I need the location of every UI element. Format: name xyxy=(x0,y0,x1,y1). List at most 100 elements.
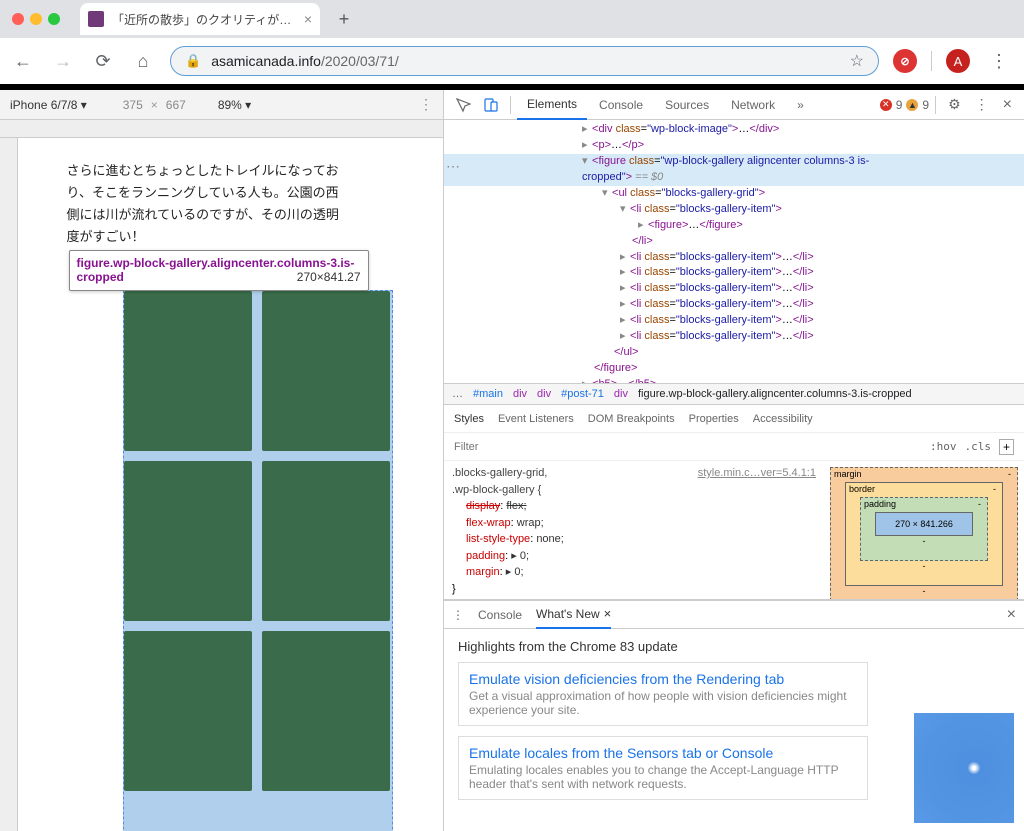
breadcrumb-item[interactable]: #post-71 xyxy=(561,388,604,400)
styles-tab-listeners[interactable]: Event Listeners xyxy=(498,413,574,425)
css-prop: padding xyxy=(466,548,505,565)
styles-tab-breakpoints[interactable]: DOM Breakpoints xyxy=(588,413,675,425)
new-style-rule-button[interactable]: + xyxy=(999,439,1014,455)
tab-sources[interactable]: Sources xyxy=(655,90,719,120)
gallery-image xyxy=(262,461,390,621)
styles-tab-styles[interactable]: Styles xyxy=(454,413,484,425)
preview-canvas[interactable]: さらに進むとちょっとしたトレイルになっており、そこをランニングしている人も。公園… xyxy=(18,138,443,831)
highlighted-element-overlay xyxy=(123,290,393,831)
zoom-selector[interactable]: 89% ▾ xyxy=(218,98,251,112)
breadcrumb-item[interactable]: #main xyxy=(473,388,503,400)
devtools-menu-button[interactable]: ⋮ xyxy=(969,96,995,113)
css-prop: margin xyxy=(466,564,500,581)
tab-overflow-icon[interactable]: » xyxy=(787,90,814,120)
drawer-menu-icon[interactable]: ⋮ xyxy=(452,608,464,622)
element-tooltip: figure.wp-block-gallery.aligncenter.colu… xyxy=(69,250,369,291)
browser-tab[interactable]: 「近所の散歩」のクオリティが… × xyxy=(80,3,320,35)
hov-toggle[interactable]: :hov xyxy=(930,440,957,453)
css-prop: display xyxy=(466,498,500,515)
drawer: ⋮ Console What's New × × Highlights from… xyxy=(444,600,1024,831)
lock-icon: 🔒 xyxy=(185,53,201,69)
error-count[interactable]: 9 xyxy=(896,98,903,112)
breadcrumb-item-active[interactable]: figure.wp-block-gallery.aligncenter.colu… xyxy=(638,388,912,400)
gallery-image xyxy=(262,631,390,791)
tooltip-dimensions: 270×841.27 xyxy=(297,270,361,284)
styles-panel: Styles Event Listeners DOM Breakpoints P… xyxy=(444,405,1024,600)
css-prop: flex-wrap xyxy=(466,515,511,532)
ruler-horizontal xyxy=(0,120,443,138)
tab-close-icon[interactable]: × xyxy=(304,11,312,27)
favicon-icon xyxy=(88,11,104,27)
url-domain: asamicanada.info xyxy=(211,53,321,69)
inspect-element-button[interactable] xyxy=(450,92,476,118)
styles-tab-properties[interactable]: Properties xyxy=(689,413,739,425)
breadcrumb-item[interactable]: div xyxy=(537,388,551,400)
drawer-tab-whatsnew[interactable]: What's New × xyxy=(536,601,611,629)
breadcrumb-item[interactable]: div xyxy=(513,388,527,400)
drawer-close-button[interactable]: × xyxy=(1007,606,1016,624)
whatsnew-title: Highlights from the Chrome 83 update xyxy=(458,639,1010,654)
forward-button[interactable]: → xyxy=(50,48,76,74)
tab-console[interactable]: Console xyxy=(589,90,653,120)
dimension-separator: × xyxy=(151,98,158,112)
devtools-toolbar: Elements Console Sources Network » ✕ 9 ▲… xyxy=(444,90,1024,120)
extension-icon[interactable]: ⊘ xyxy=(893,49,917,73)
styles-filter-input[interactable] xyxy=(454,441,674,453)
gallery-image xyxy=(124,631,252,791)
box-model-content: 270 × 841.266 xyxy=(875,512,973,536)
device-menu-icon[interactable]: ⋮ xyxy=(419,96,433,113)
warning-icon[interactable]: ▲ xyxy=(906,99,918,111)
breadcrumb-item[interactable]: … xyxy=(452,388,463,400)
feature-title: Emulate vision deficiencies from the Ren… xyxy=(469,671,857,687)
feature-card[interactable]: Emulate locales from the Sensors tab or … xyxy=(458,736,868,800)
browser-menu-button[interactable]: ⋮ xyxy=(984,51,1014,72)
device-preview-pane: iPhone 6/7/8 ▾ 375 × 667 89% ▾ ⋮ さらに進むとち… xyxy=(0,90,444,831)
css-source-link[interactable]: style.min.c…ver=5.4.1:1 xyxy=(698,465,816,482)
css-prop: list-style-type xyxy=(466,531,530,548)
gallery-image xyxy=(124,291,252,451)
tab-network[interactable]: Network xyxy=(721,90,785,120)
feature-title: Emulate locales from the Sensors tab or … xyxy=(469,745,857,761)
css-close-brace: } xyxy=(452,581,816,598)
devtools-close-button[interactable]: × xyxy=(997,96,1018,114)
new-tab-button[interactable]: + xyxy=(330,5,358,33)
styles-tab-accessibility[interactable]: Accessibility xyxy=(753,413,813,425)
warning-count[interactable]: 9 xyxy=(922,98,929,112)
url-input[interactable]: 🔒 asamicanada.info/2020/03/71/ ☆ xyxy=(170,46,879,76)
tab-bar: 「近所の散歩」のクオリティが… × + xyxy=(0,0,1024,38)
tab-title: 「近所の散歩」のクオリティが… xyxy=(112,11,296,28)
drawer-tab-console[interactable]: Console xyxy=(478,608,522,622)
dom-overflow-indicator: ⋯ xyxy=(446,156,460,176)
device-height[interactable]: 667 xyxy=(166,98,186,112)
bookmark-icon[interactable]: ☆ xyxy=(850,51,864,71)
preview-wrap: さらに進むとちょっとしたトレイルになっており、そこをランニングしている人も。公園… xyxy=(0,120,443,831)
home-button[interactable]: ⌂ xyxy=(130,48,156,74)
css-selector: .wp-block-gallery { xyxy=(452,482,816,499)
feature-illustration xyxy=(914,713,1014,823)
reload-button[interactable]: ⟳ xyxy=(90,48,116,74)
device-selector[interactable]: iPhone 6/7/8 ▾ xyxy=(10,98,87,112)
profile-avatar[interactable]: A xyxy=(946,49,970,73)
window-minimize-icon[interactable] xyxy=(30,13,42,25)
css-selector: .blocks-gallery-grid, xyxy=(452,467,547,479)
feature-card[interactable]: Emulate vision deficiencies from the Ren… xyxy=(458,662,868,726)
breadcrumb-item[interactable]: div xyxy=(614,388,628,400)
toggle-device-toolbar-button[interactable] xyxy=(478,92,504,118)
styles-tabs: Styles Event Listeners DOM Breakpoints P… xyxy=(444,405,1024,433)
mobile-viewport: さらに進むとちょっとしたトレイルになっており、そこをランニングしている人も。公園… xyxy=(63,154,399,831)
tab-elements[interactable]: Elements xyxy=(517,90,587,120)
dom-breadcrumb[interactable]: … #main div div #post-71 div figure.wp-b… xyxy=(444,383,1024,405)
back-button[interactable]: ← xyxy=(10,48,36,74)
css-rules[interactable]: .blocks-gallery-grid, style.min.c…ver=5.4… xyxy=(444,461,824,599)
devtools-settings-button[interactable]: ⚙ xyxy=(942,96,967,113)
divider xyxy=(931,51,932,71)
dom-tree[interactable]: ⋯ ▸<div class="wp-block-image">…</div> ▸… xyxy=(444,120,1024,383)
device-width[interactable]: 375 xyxy=(123,98,143,112)
devtools-pane: Elements Console Sources Network » ✕ 9 ▲… xyxy=(444,90,1024,831)
article-paragraph: さらに進むとちょっとしたトレイルになっており、そこをランニングしている人も。公園… xyxy=(63,154,399,254)
window-close-icon[interactable] xyxy=(12,13,24,25)
error-icon[interactable]: ✕ xyxy=(880,99,892,111)
cls-toggle[interactable]: .cls xyxy=(964,440,991,453)
box-model[interactable]: margin- border- padding- 270 × 841.266 -… xyxy=(824,461,1024,599)
window-maximize-icon[interactable] xyxy=(48,13,60,25)
